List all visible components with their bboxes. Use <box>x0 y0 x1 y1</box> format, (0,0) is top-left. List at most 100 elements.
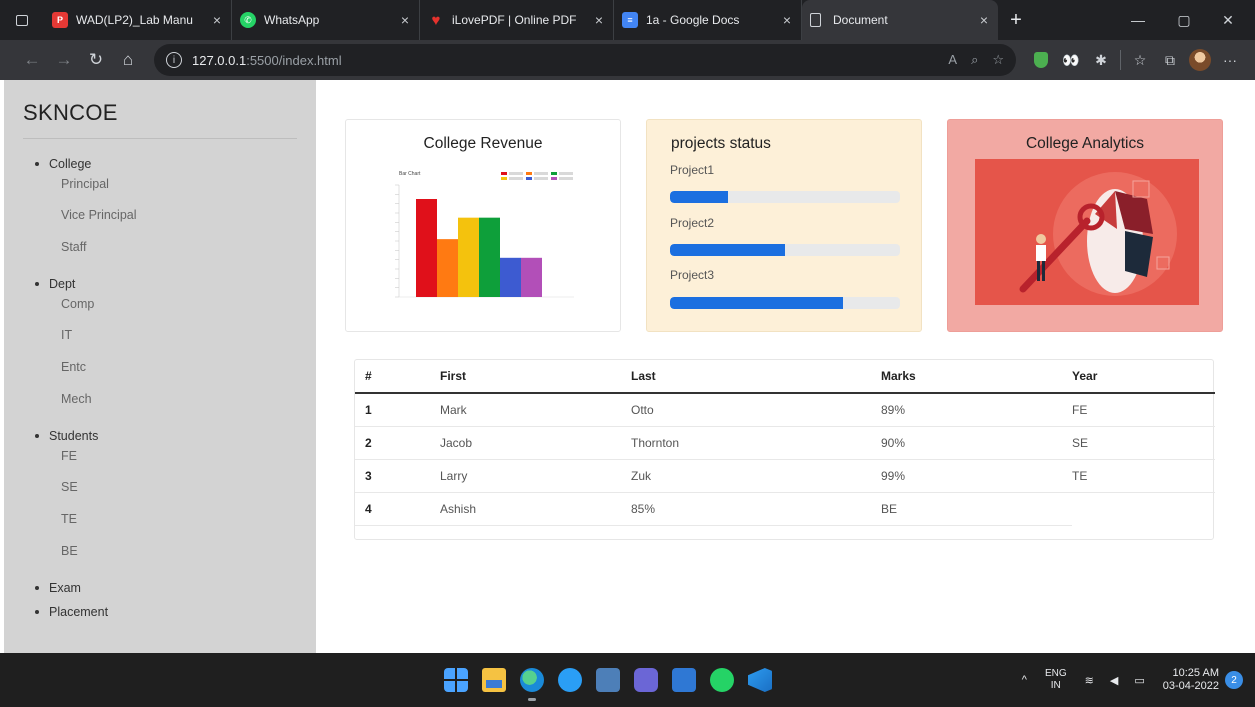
sidebar-item-mech[interactable]: Mech <box>23 391 297 423</box>
column-header-first: First <box>440 360 631 394</box>
close-icon[interactable]: × <box>980 12 988 28</box>
sidebar-section-dept[interactable]: Dept <box>23 273 297 295</box>
table-row: 4 Ashish 85% BE <box>355 492 1215 526</box>
analytics-illustration <box>975 159 1199 305</box>
close-icon[interactable]: × <box>401 12 409 28</box>
new-tab-button[interactable]: + <box>998 0 1034 40</box>
control-panel-icon[interactable] <box>596 668 620 692</box>
cell-last: 85% <box>631 492 881 526</box>
close-icon[interactable]: × <box>595 12 603 28</box>
vscode-icon[interactable] <box>748 668 772 692</box>
sidebar-item-be[interactable]: BE <box>23 543 297 575</box>
refresh-button[interactable]: ↻ <box>80 40 112 80</box>
chevron-up-icon[interactable]: ^ <box>1022 674 1027 686</box>
cell-first: Jacob <box>440 426 631 460</box>
toolbar-divider <box>1120 50 1121 70</box>
cell-marks: BE <box>881 492 1072 526</box>
teams-icon[interactable] <box>634 668 658 692</box>
sidebar-item-fe[interactable]: FE <box>23 447 297 479</box>
mail-icon[interactable] <box>672 668 696 692</box>
sidebar-section-placement[interactable]: Placement <box>23 601 297 623</box>
cell-first: Ashish <box>440 492 631 526</box>
progress-fill <box>670 191 728 203</box>
volume-icon[interactable]: ◀ <box>1110 674 1118 687</box>
extension-eyes-icon[interactable]: 👀 <box>1056 40 1086 80</box>
tab-ilovepdf[interactable]: ♥ iLovePDF | Online PDF × <box>420 0 614 40</box>
chart-bar <box>479 217 500 297</box>
site-info-icon[interactable]: i <box>166 52 182 68</box>
whatsapp-taskbar-icon[interactable] <box>710 668 734 692</box>
tab-google-docs[interactable]: ≡ 1a - Google Docs × <box>614 0 802 40</box>
table-row: 1 Mark Otto 89% FE <box>355 393 1215 427</box>
forward-button[interactable]: → <box>48 40 80 80</box>
battery-icon[interactable]: ▭ <box>1134 674 1144 687</box>
file-explorer-icon[interactable] <box>482 668 506 692</box>
collections-icon[interactable]: ⧉ <box>1155 40 1185 80</box>
sidebar-item-staff[interactable]: Staff <box>23 239 297 271</box>
sidebar-item-it[interactable]: IT <box>23 327 297 359</box>
language-indicator[interactable]: ENG IN <box>1045 668 1067 692</box>
region-code: IN <box>1050 680 1061 691</box>
clock[interactable]: 10:25 AM 03-04-2022 <box>1163 667 1219 693</box>
cell-last: Otto <box>631 393 881 427</box>
extension-shield-icon[interactable] <box>1026 40 1056 80</box>
read-aloud-icon[interactable]: A <box>948 52 957 68</box>
profile-avatar[interactable] <box>1185 40 1215 80</box>
sidebar: SKNCOE College Principal Vice Principal Sta… <box>4 80 316 653</box>
sidebar-section-college[interactable]: College <box>23 153 297 175</box>
chart-bar <box>437 239 458 297</box>
column-header-marks: Marks <box>881 360 1072 394</box>
tab-lab-manual[interactable]: P WAD(LP2)_Lab Manu × <box>44 0 232 40</box>
chart-bar <box>416 199 437 297</box>
sidebar-item-se[interactable]: SE <box>23 479 297 511</box>
tab-whatsapp[interactable]: ✆ WhatsApp × <box>232 0 420 40</box>
sidebar-item-te[interactable]: TE <box>23 511 297 543</box>
address-bar[interactable]: i 127.0.0.1:5500/index.html A ⌕ ☆ <box>154 44 1016 76</box>
wifi-icon[interactable]: ≋ <box>1085 674 1094 687</box>
zoom-icon[interactable]: ⌕ <box>971 52 978 68</box>
cell-number: 4 <box>355 492 440 526</box>
tab-document[interactable]: Document × <box>802 0 998 40</box>
maximize-button[interactable]: ▢ <box>1161 0 1207 40</box>
favorite-add-icon[interactable]: ☆ <box>992 52 1004 68</box>
back-button[interactable]: ← <box>16 40 48 80</box>
url-host: 127.0.0.1 <box>192 52 247 68</box>
close-window-button[interactable]: ✕ <box>1205 0 1251 40</box>
weather-app-icon[interactable] <box>558 668 582 692</box>
cell-year: SE <box>1072 426 1215 460</box>
sidebar-item-entc[interactable]: Entc <box>23 359 297 391</box>
home-button[interactable]: ⌂ <box>112 40 144 80</box>
tab-actions-icon[interactable] <box>0 0 44 40</box>
progress-fill <box>670 244 785 256</box>
cell-marks: 99% <box>881 459 1072 493</box>
sidebar-section-exam[interactable]: Exam <box>23 577 297 599</box>
college-revenue-card: College Revenue Bar Chart <box>345 119 621 332</box>
card-title: College Analytics <box>1025 135 1145 152</box>
project-label: Project1 <box>670 163 715 177</box>
sidebar-item-principal[interactable]: Principal <box>23 175 297 207</box>
minimize-button[interactable]: — <box>1115 0 1161 40</box>
students-table-container: # First Last Marks Year 1 Mark Otto 89% … <box>354 359 1215 540</box>
favorites-icon[interactable]: ☆ <box>1125 40 1155 80</box>
cell-year: TE <box>1072 459 1215 493</box>
sidebar-item-comp[interactable]: Comp <box>23 295 297 327</box>
card-title: College Revenue <box>423 135 543 152</box>
close-icon[interactable]: × <box>783 12 791 28</box>
start-icon[interactable] <box>444 668 468 692</box>
cell-year <box>1072 492 1215 525</box>
progress-fill <box>670 297 843 309</box>
extensions-icon[interactable]: ✱ <box>1086 40 1116 80</box>
sidebar-item-vice-principal[interactable]: Vice Principal <box>23 207 297 239</box>
sidebar-section-students[interactable]: Students <box>23 425 297 447</box>
table-row: 3 Larry Zuk 99% TE <box>355 459 1215 493</box>
progress-bar <box>670 244 900 256</box>
edge-icon[interactable] <box>520 668 544 701</box>
menu-icon[interactable]: ··· <box>1215 40 1245 80</box>
sidebar-section-label: Students <box>49 429 99 443</box>
notification-badge[interactable]: 2 <box>1225 671 1243 689</box>
progress-bar <box>670 191 900 203</box>
windows-taskbar: ^ ENG IN ≋ ◀ ▭ 10:25 AM 03-04-2022 2 <box>0 653 1255 707</box>
chart-bar <box>458 217 479 297</box>
close-icon[interactable]: × <box>213 12 221 28</box>
bullet-icon <box>35 610 39 614</box>
